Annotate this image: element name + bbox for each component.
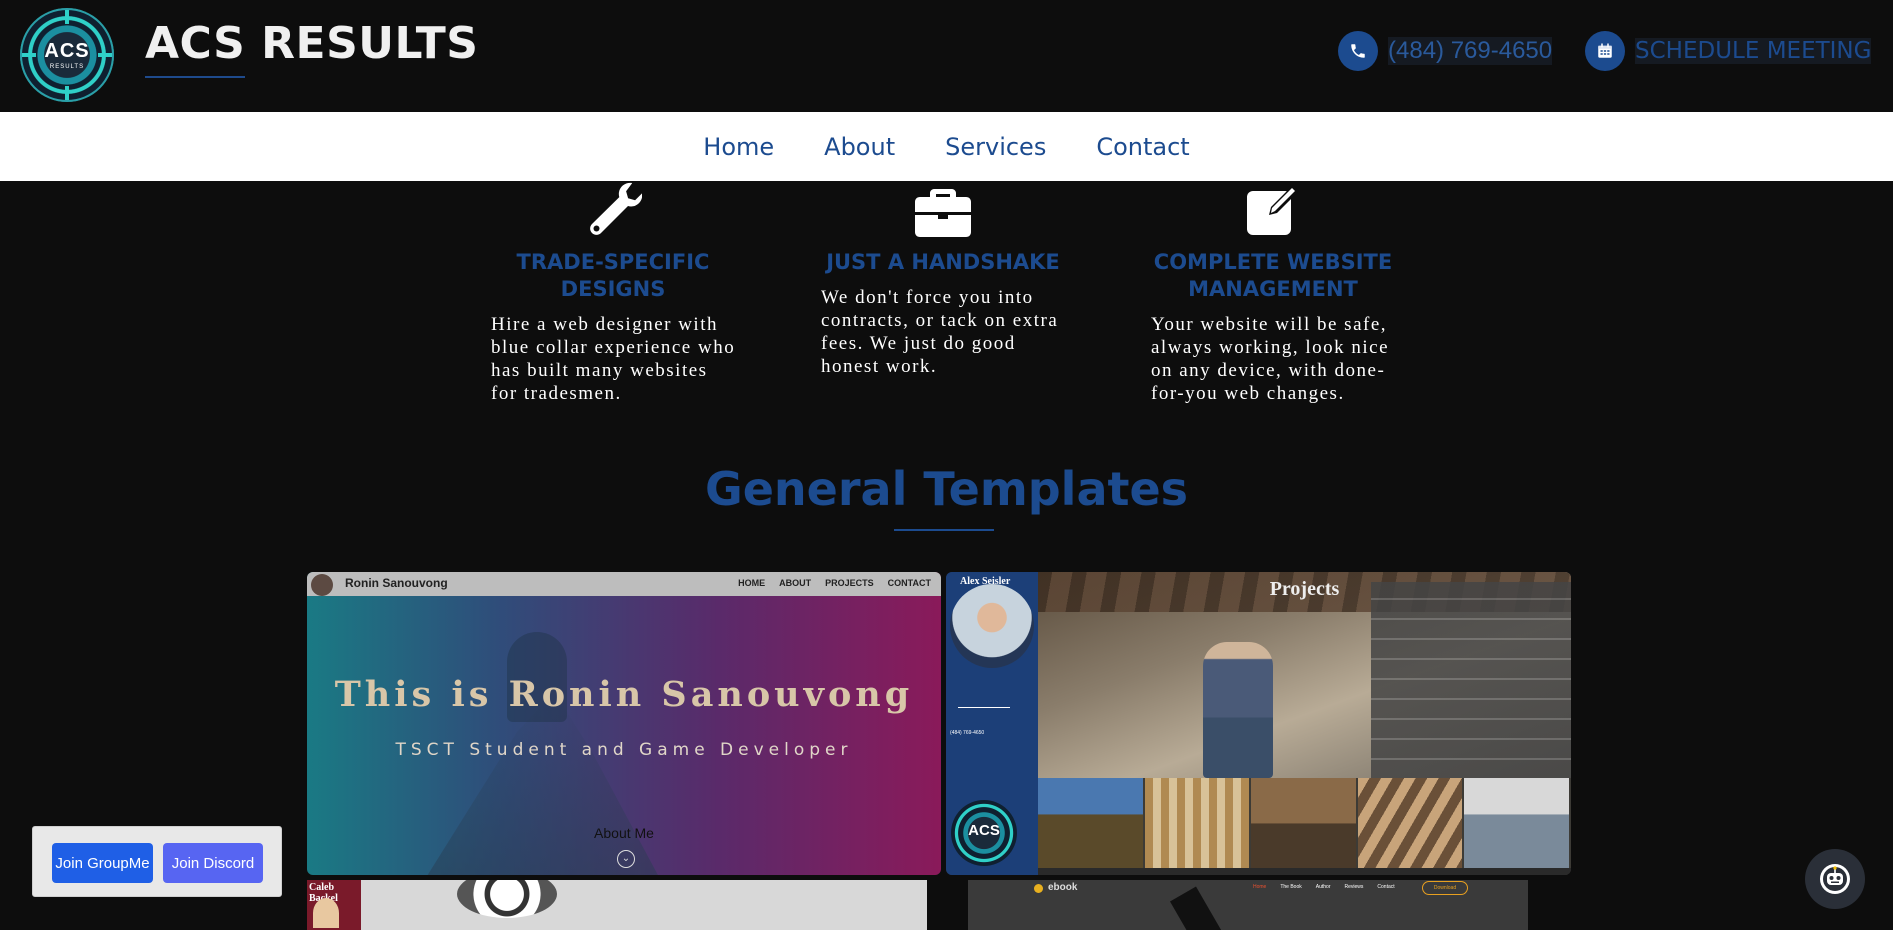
feature-text: We don't force you into contracts, or ta… [821, 287, 1059, 377]
templates-heading-underline [894, 529, 994, 531]
template-card-ebook[interactable]: ebook Home The Book Author Reviews Conta… [968, 880, 1528, 930]
schedule-meeting-label: SCHEDULE MEETING [1635, 38, 1872, 64]
wrench-icon [488, 181, 738, 237]
ebook-brand: ebook [1048, 882, 1078, 893]
template-nav-links: Home The Book Author Reviews Contact [1253, 884, 1395, 890]
main-nav: Home About Services Contact [0, 112, 1893, 181]
template-nav-book: The Book [1280, 884, 1302, 890]
template-nav-contact: CONTACT [887, 578, 931, 588]
nav-home[interactable]: Home [703, 133, 774, 161]
template-projects-heading: Projects [1269, 578, 1340, 600]
brand-underline [145, 76, 245, 78]
template-sidebar: Alex Seisler (484) 769-4650 ACS [946, 572, 1038, 875]
template-contact-info: (484) 769-4650 [950, 730, 985, 736]
template-navbar: Ronin Sanouvong HOME ABOUT PROJECTS CONT… [307, 572, 941, 596]
ebook-logo-icon [1034, 884, 1043, 893]
template-subheadline: TSCT Student and Game Developer [395, 740, 853, 760]
template-card-ronin[interactable]: Ronin Sanouvong HOME ABOUT PROJECTS CONT… [307, 572, 941, 875]
phone-icon [1338, 31, 1378, 71]
feature-title: JUST A HANDSHAKE [826, 250, 1060, 274]
feature-title: COMPLETE WEBSITE MANAGEMENT [1153, 250, 1393, 301]
site-header: ACS RESULTS ACS RESULTS (484) 769-4650 S… [0, 0, 1893, 112]
feature-text: Hire a web designer with blue collar exp… [491, 314, 736, 404]
template-nav-author: Author [1315, 884, 1331, 890]
acs-logo[interactable]: ACS RESULTS [20, 8, 114, 102]
chevron-down-icon: ⌄ [617, 850, 635, 868]
logo-subtext: RESULTS [49, 64, 85, 70]
templates-heading: General Templates [704, 462, 1189, 516]
template-nav-links: HOME ABOUT PROJECTS CONTACT [738, 578, 931, 588]
nav-about[interactable]: About [824, 133, 895, 161]
template-nav-reviews: Reviews [1344, 884, 1364, 890]
template-graphic [1170, 886, 1226, 930]
template-sidebar: Caleb Backel [307, 880, 361, 930]
robot-icon [1820, 864, 1850, 894]
schedule-meeting-link[interactable]: SCHEDULE MEETING [1585, 30, 1872, 72]
template-nav-home: Home [1253, 884, 1267, 890]
acs-logo-small: ACS [951, 800, 1017, 866]
nav-services[interactable]: Services [945, 133, 1046, 161]
template-graphic [457, 880, 557, 918]
avatar [311, 574, 333, 596]
template-download-button: Download [1422, 881, 1468, 895]
chatbot-button[interactable] [1805, 849, 1865, 909]
join-groupme-button[interactable]: Join GroupMe [52, 843, 153, 883]
feature-text: Your website will be safe, always workin… [1151, 314, 1390, 404]
phone-number: (484) 769-4650 [1388, 37, 1553, 65]
feature-website-management: COMPLETE WEBSITE MANAGEMENT Your website… [1148, 181, 1398, 405]
phone-link[interactable]: (484) 769-4650 [1338, 30, 1553, 72]
template-hero-image [1038, 572, 1571, 778]
briefcase-icon [818, 181, 1068, 237]
template-about-heading: About Me [594, 825, 654, 841]
template-nav-about: ABOUT [779, 578, 812, 588]
template-project-thumbnails [1038, 778, 1571, 868]
brand-title[interactable]: ACS RESULTS [145, 18, 478, 69]
template-nav-contact: Contact [1377, 884, 1395, 890]
template-nav-home: HOME [738, 578, 766, 588]
template-site-name: Ronin Sanouvong [345, 576, 448, 590]
join-community-widget: Join GroupMe Join Discord [32, 826, 282, 897]
template-card-alex[interactable]: Projects Alex Seisler (484) 769-4650 ACS [946, 572, 1571, 875]
join-discord-button[interactable]: Join Discord [163, 843, 263, 883]
template-headline: This is Ronin Sanouvong [334, 674, 914, 715]
feature-trade-specific: TRADE-SPECIFIC DESIGNS Hire a web design… [488, 181, 738, 405]
edit-icon [1148, 181, 1398, 237]
template-nav-projects: PROJECTS [825, 578, 874, 588]
nav-contact[interactable]: Contact [1096, 133, 1189, 161]
template-card-caleb[interactable]: Caleb Backel [307, 880, 927, 930]
template-footer-strip [1038, 868, 1571, 875]
logo-text-small: ACS [968, 822, 1000, 839]
feature-handshake: JUST A HANDSHAKE We don't force you into… [818, 181, 1068, 378]
profile-photo [950, 584, 1034, 668]
calendar-icon [1585, 31, 1625, 71]
feature-title: TRADE-SPECIFIC DESIGNS [516, 250, 710, 301]
logo-text: ACS [44, 40, 90, 62]
